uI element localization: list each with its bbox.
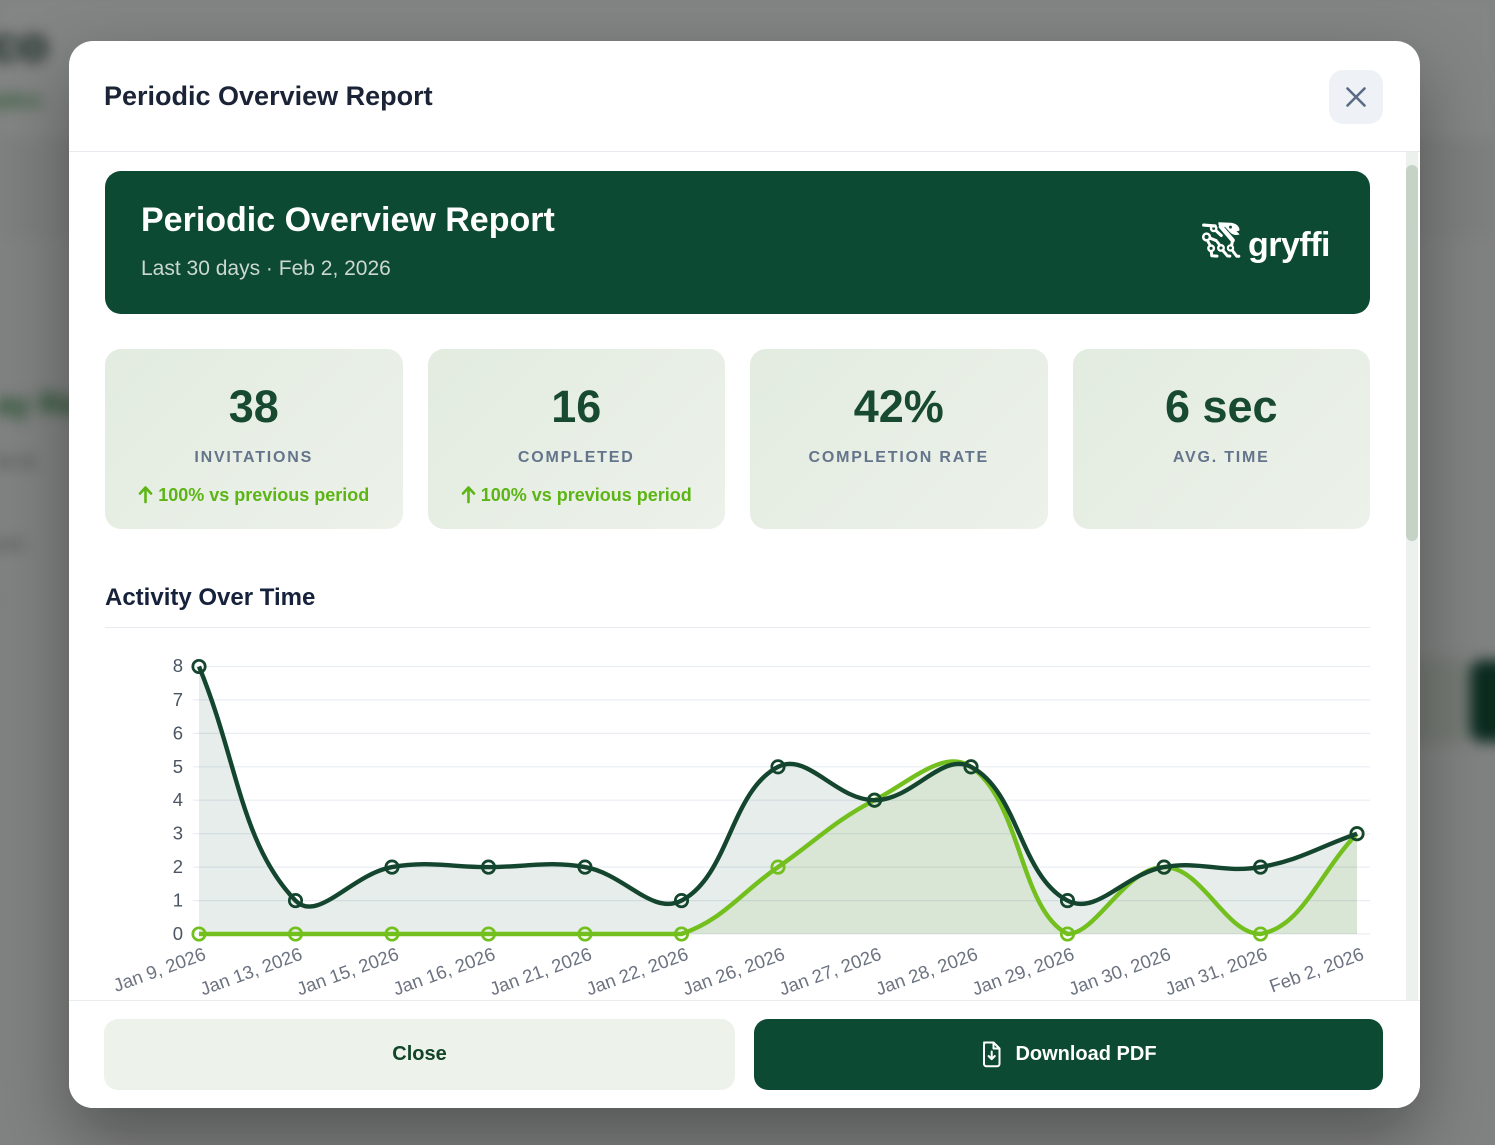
svg-text:Jan 26, 2026: Jan 26, 2026	[680, 943, 788, 999]
svg-text:3: 3	[173, 823, 183, 844]
svg-text:Jan 21, 2026: Jan 21, 2026	[487, 943, 595, 999]
svg-text:5: 5	[173, 756, 183, 777]
svg-text:1: 1	[173, 890, 183, 911]
svg-text:6: 6	[173, 722, 183, 743]
svg-text:8: 8	[173, 655, 183, 676]
svg-text:Jan 13, 2026: Jan 13, 2026	[197, 943, 305, 999]
svg-text:Jan 31, 2026: Jan 31, 2026	[1162, 943, 1270, 999]
svg-text:0: 0	[173, 923, 183, 944]
svg-text:Jan 28, 2026: Jan 28, 2026	[873, 943, 981, 999]
svg-text:Feb 2, 2026: Feb 2, 2026	[1266, 943, 1366, 997]
svg-text:gryffi: gryffi	[1248, 226, 1330, 264]
svg-text:Jan 29, 2026: Jan 29, 2026	[969, 943, 1077, 999]
svg-text:Jan 27, 2026: Jan 27, 2026	[776, 943, 884, 999]
svg-text:Jan 22, 2026: Jan 22, 2026	[583, 943, 691, 999]
svg-text:Jan 16, 2026: Jan 16, 2026	[390, 943, 498, 999]
svg-text:4: 4	[173, 789, 183, 810]
svg-text:Jan 30, 2026: Jan 30, 2026	[1066, 943, 1174, 999]
svg-text:7: 7	[173, 689, 183, 710]
svg-text:Jan 15, 2026: Jan 15, 2026	[294, 943, 402, 999]
svg-text:2: 2	[173, 856, 183, 877]
svg-text:Jan 9, 2026: Jan 9, 2026	[110, 943, 208, 996]
